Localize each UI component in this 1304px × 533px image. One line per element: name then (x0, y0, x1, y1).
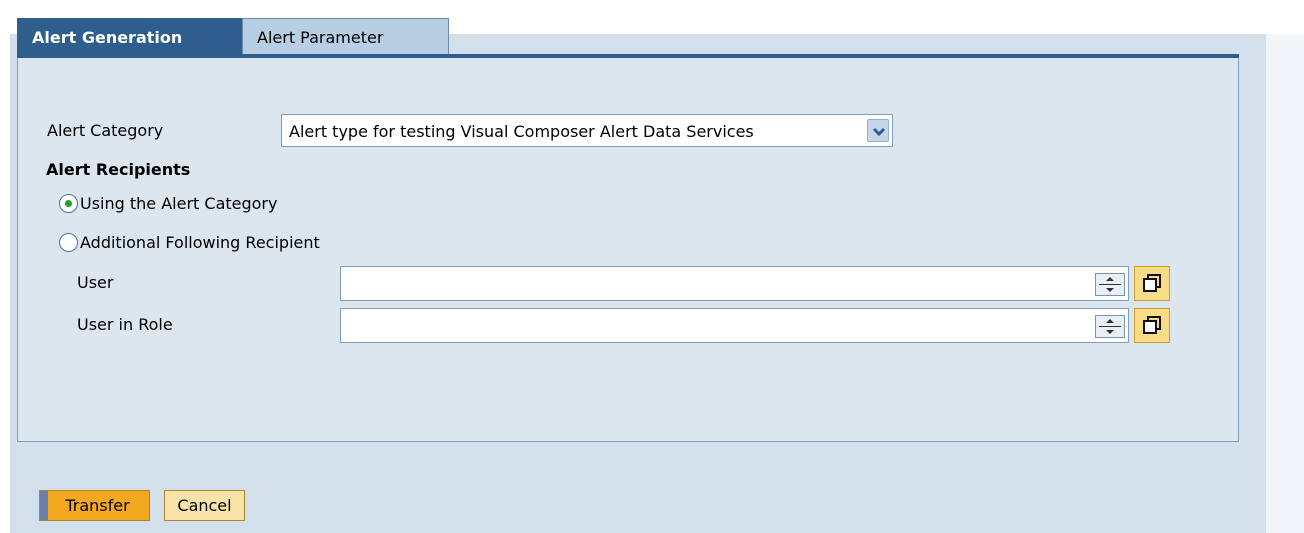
radio-using-alert-category-label: Using the Alert Category (80, 194, 278, 213)
cancel-button-label: Cancel (177, 496, 232, 515)
user-label: User (77, 273, 114, 292)
cancel-button[interactable]: Cancel (164, 490, 245, 521)
alert-category-select[interactable]: Alert type for testing Visual Composer A… (281, 114, 893, 147)
tab-strip: Alert Generation Alert Parameter (17, 18, 1239, 55)
radio-selected-dot (65, 200, 72, 207)
alert-category-label: Alert Category (47, 121, 164, 140)
tab-alert-generation-label: Alert Generation (32, 28, 183, 47)
tab-alert-parameter[interactable]: Alert Parameter (242, 18, 449, 55)
spinner-icon[interactable] (1095, 315, 1125, 338)
chevron-down-icon[interactable] (867, 119, 889, 142)
alert-category-value: Alert type for testing Visual Composer A… (289, 122, 754, 141)
tab-alert-generation[interactable]: Alert Generation (17, 18, 243, 55)
tab-alert-parameter-label: Alert Parameter (257, 28, 384, 47)
radio-additional-recipient[interactable] (59, 233, 78, 252)
user-input[interactable] (340, 266, 1129, 301)
value-help-icon[interactable] (1134, 308, 1170, 343)
alert-recipients-heading: Alert Recipients (46, 160, 191, 179)
radio-additional-recipient-label: Additional Following Recipient (80, 233, 320, 252)
user-in-role-label: User in Role (77, 315, 173, 334)
user-in-role-input[interactable] (340, 308, 1129, 343)
value-help-icon[interactable] (1134, 266, 1170, 301)
transfer-button[interactable]: Transfer (39, 490, 150, 521)
page-margin (1266, 34, 1304, 533)
spinner-icon[interactable] (1095, 273, 1125, 296)
focus-marker (40, 491, 48, 520)
transfer-button-label: Transfer (65, 496, 130, 515)
radio-using-alert-category[interactable] (59, 194, 78, 213)
